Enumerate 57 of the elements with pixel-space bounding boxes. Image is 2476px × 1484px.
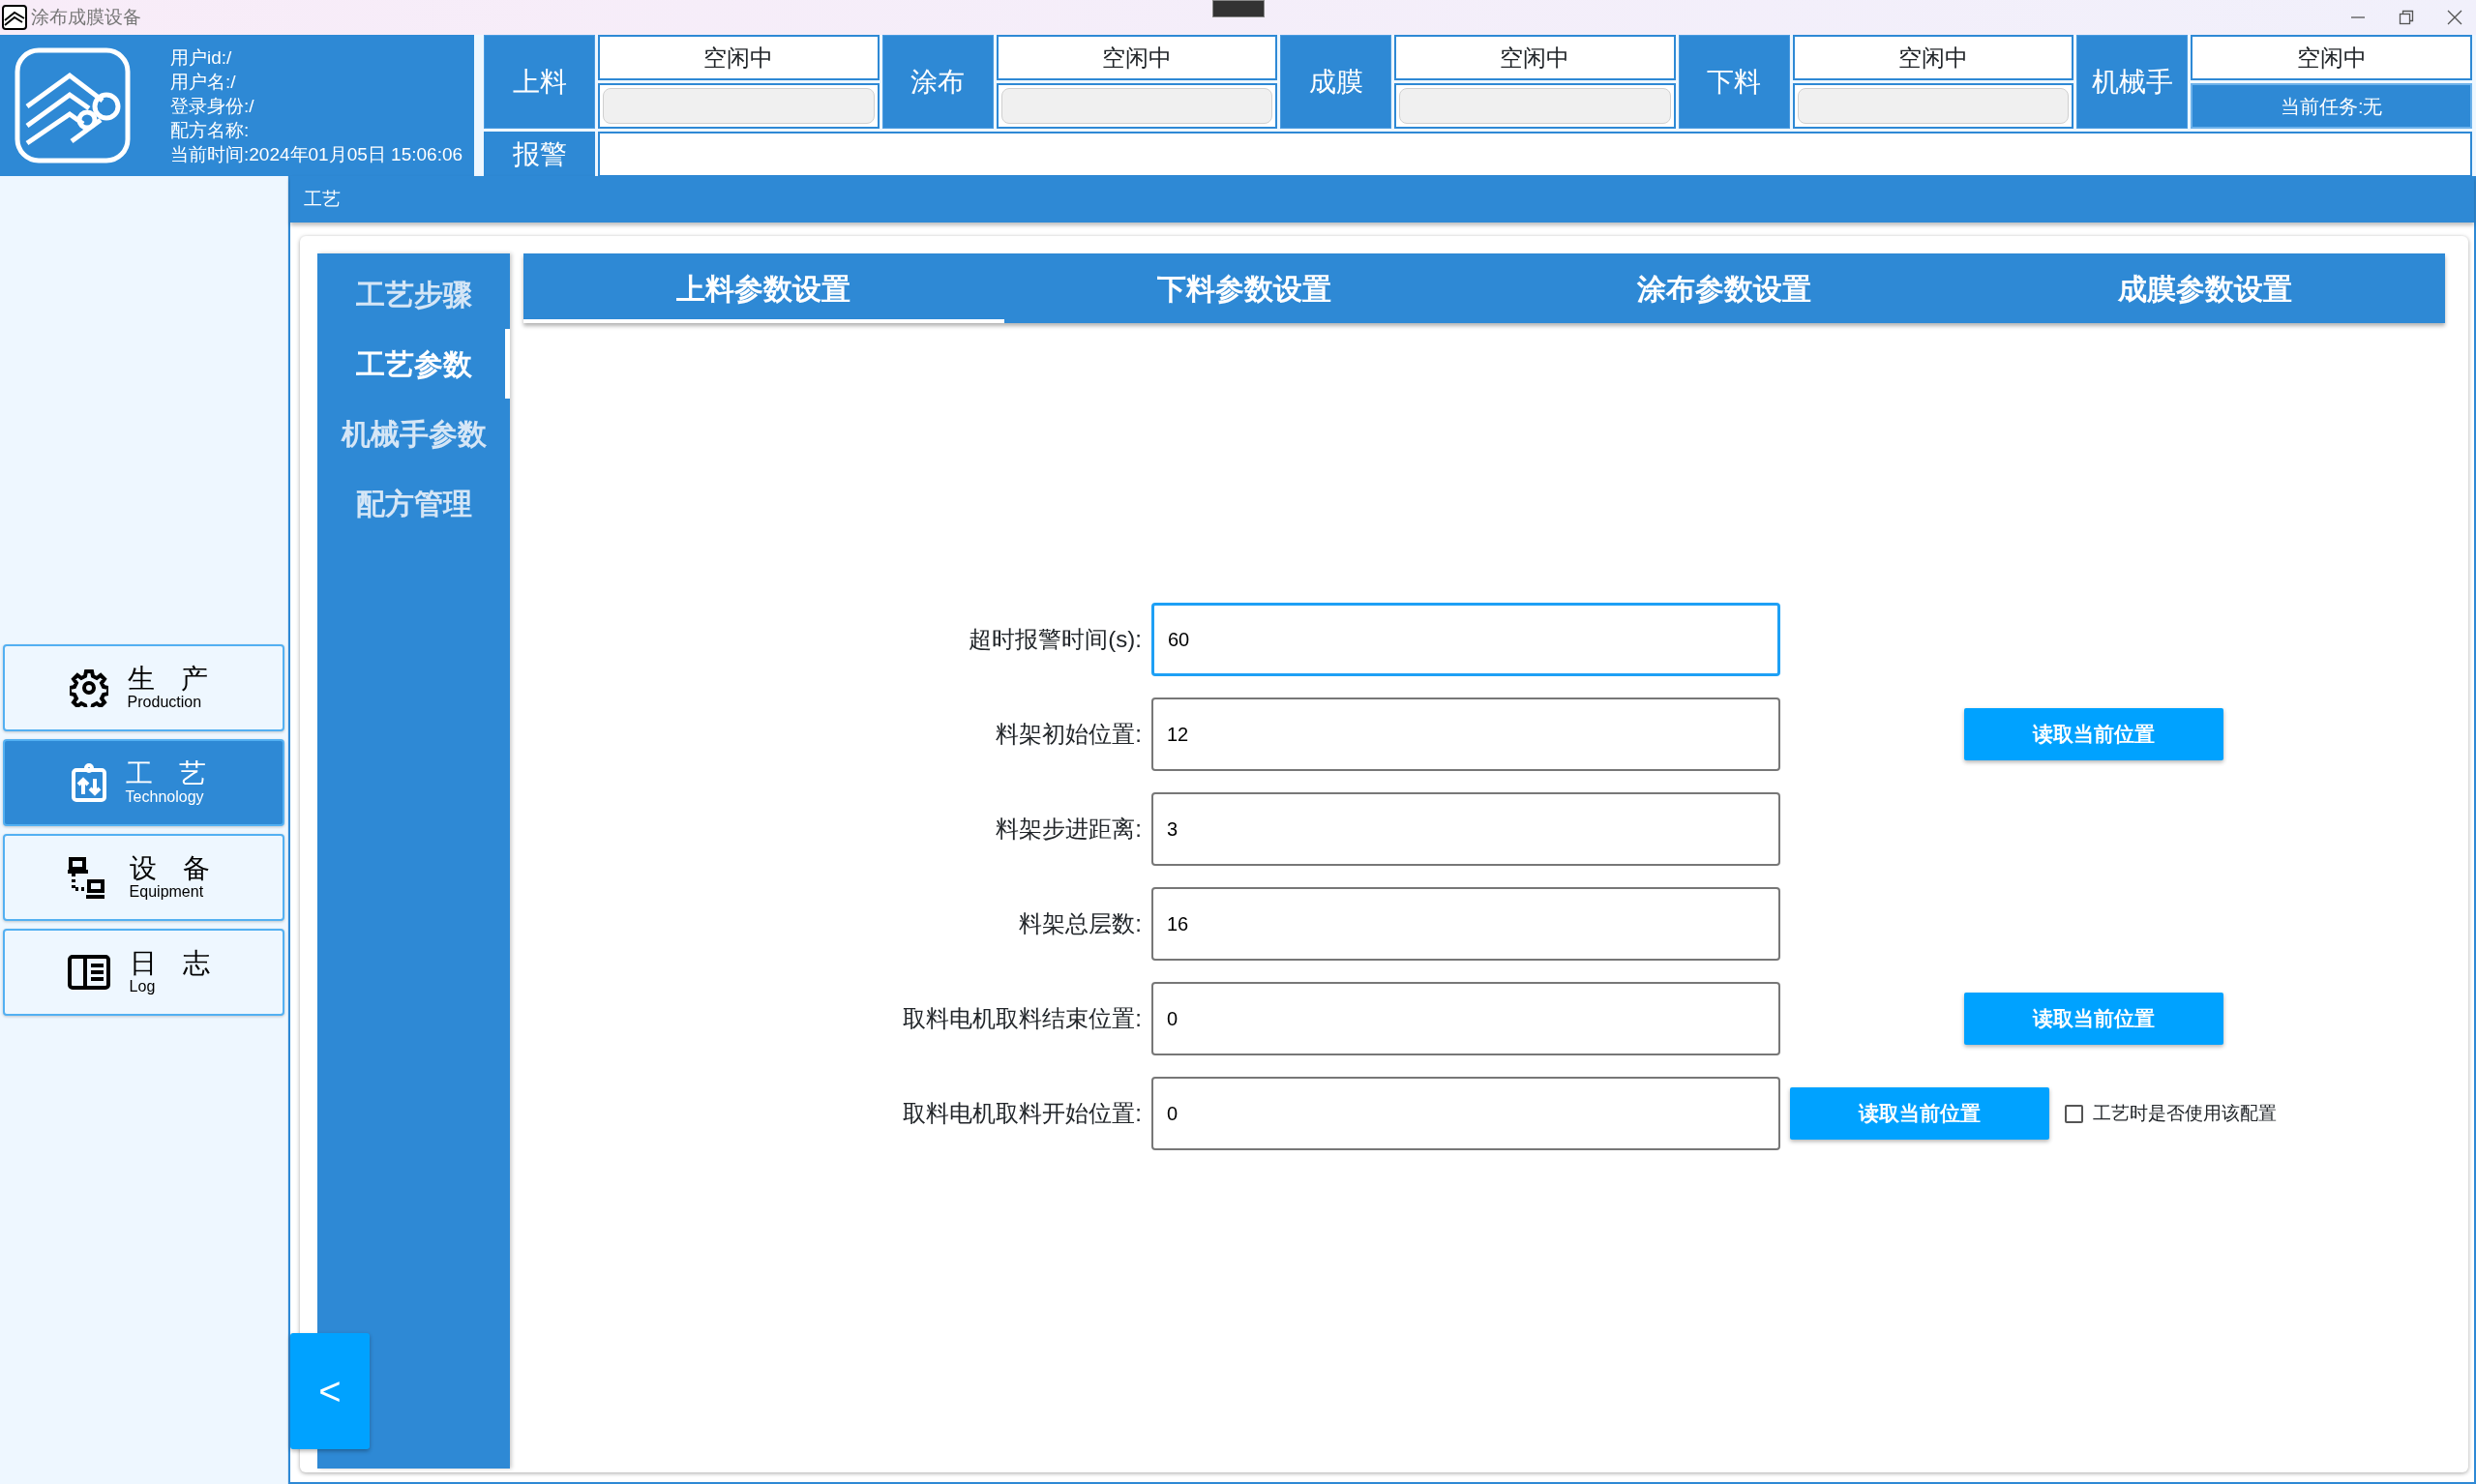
station-status: 空闲中 <box>1792 35 2074 80</box>
nav-button[interactable]: 设 备 Equipment <box>3 834 284 921</box>
station-label: 上料 <box>484 35 595 129</box>
field-label: 超时报警时间(s): <box>968 625 1142 654</box>
input-field[interactable]: 0 <box>1151 1077 1780 1150</box>
sub-nav-item[interactable]: 机械手参数 <box>317 399 510 468</box>
checkbox-label: 工艺时是否使用该配置 <box>2093 1101 2277 1125</box>
station-status: 空闲中 <box>996 35 1278 80</box>
tab[interactable]: 成膜参数设置 <box>1964 253 2445 323</box>
tab[interactable]: 下料参数设置 <box>1003 253 1484 323</box>
clipboard-icon <box>71 763 106 802</box>
sub-nav-item[interactable]: 工艺参数 <box>317 329 510 399</box>
nav-button[interactable]: 工 艺 Technology <box>3 739 284 826</box>
close-icon[interactable] <box>2447 10 2462 25</box>
field-label: 料架总层数: <box>1018 909 1142 938</box>
sub-nav-item[interactable]: 工艺步骤 <box>317 259 510 329</box>
nav-button[interactable]: 生 产 Production <box>3 644 284 731</box>
input-field[interactable]: 16 <box>1151 887 1780 961</box>
read-position-button[interactable]: 读取当前位置 <box>1964 993 2223 1045</box>
book-icon <box>67 955 110 990</box>
info-text: 用户名:/ <box>170 70 237 94</box>
input-field[interactable]: 12 <box>1151 697 1780 771</box>
info-text: 配方名称: <box>170 118 251 142</box>
tab[interactable]: 涂布参数设置 <box>1484 253 1965 323</box>
collapse-button[interactable]: < <box>290 1333 370 1449</box>
info-text: 用户id:/ <box>170 45 233 70</box>
station-status: 空闲中 <box>1394 35 1676 80</box>
sub-nav-item[interactable]: 配方管理 <box>317 468 510 538</box>
tab[interactable]: 上料参数设置 <box>523 253 1004 323</box>
input-field[interactable]: 3 <box>1151 792 1780 866</box>
field-label: 料架初始位置: <box>995 720 1142 749</box>
field-label: 取料电机取料开始位置: <box>902 1099 1142 1128</box>
gear-icon <box>69 668 108 707</box>
window-title: 涂布成膜设备 <box>31 5 141 29</box>
station-label: 机械手 <box>2076 35 2189 129</box>
read-position-button[interactable]: 读取当前位置 <box>1790 1087 2049 1140</box>
alarm-label: 报警 <box>484 132 595 177</box>
station-label: 下料 <box>1678 35 1790 129</box>
info-text: 登录身份:/ <box>170 94 255 118</box>
page-title: 工艺 <box>290 176 2474 223</box>
nav-button[interactable]: 日 志 Log <box>3 929 284 1016</box>
checkbox[interactable] <box>2065 1104 2083 1123</box>
station-label: 涂布 <box>881 35 994 129</box>
logo-icon <box>14 46 132 164</box>
task-status: 当前任务:无 <box>2191 83 2472 129</box>
app-icon <box>2 5 27 30</box>
station-status: 空闲中 <box>2191 35 2472 80</box>
read-position-button[interactable]: 读取当前位置 <box>1964 708 2223 760</box>
station-label: 成膜 <box>1280 35 1392 129</box>
station-status: 空闲中 <box>598 35 880 80</box>
restore-icon[interactable] <box>2399 10 2414 25</box>
input-field[interactable]: 0 <box>1151 982 1780 1055</box>
field-label: 取料电机取料结束位置: <box>902 1004 1142 1033</box>
info-text: 当前时间:2024年01月05日 15:06:06 <box>170 142 463 166</box>
input-field[interactable]: 60 <box>1151 603 1780 676</box>
field-label: 料架步进距离: <box>995 815 1142 844</box>
grip-handle[interactable] <box>1212 0 1265 17</box>
